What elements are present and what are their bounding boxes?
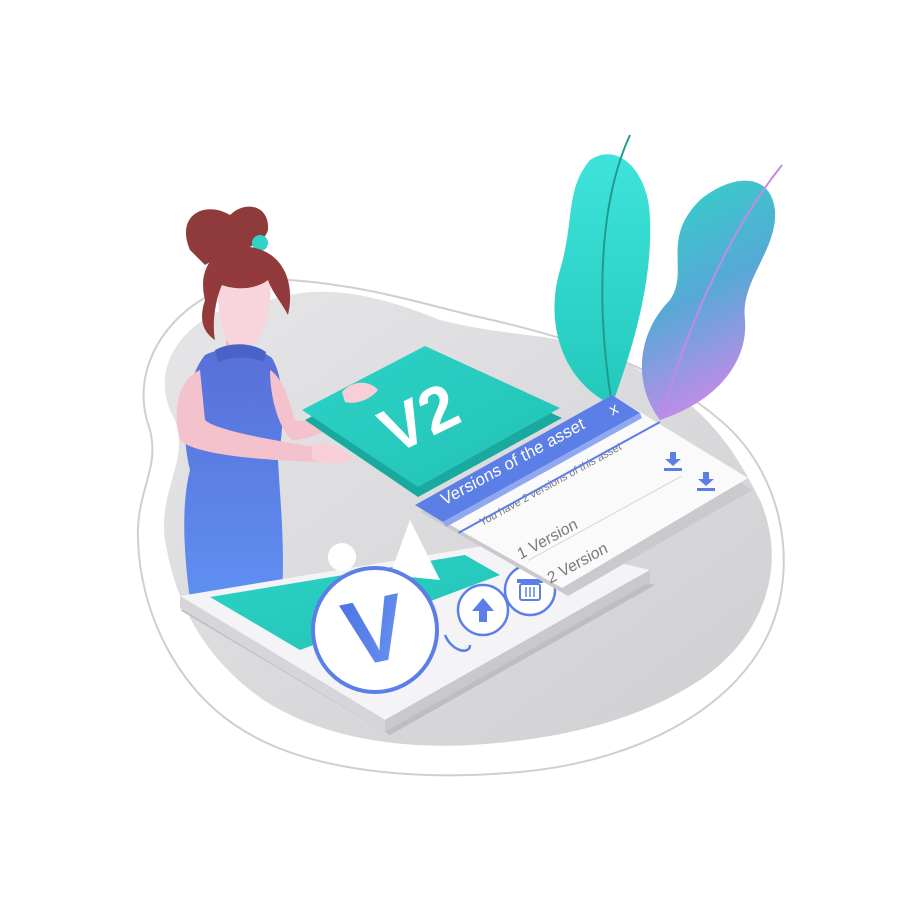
scene-svg: V V2 bbox=[136, 134, 785, 777]
image-dot bbox=[328, 543, 356, 571]
plant-leaves bbox=[554, 134, 783, 421]
download-button-1[interactable] bbox=[662, 452, 684, 472]
trash-icon bbox=[517, 579, 543, 601]
download-icon bbox=[697, 472, 715, 491]
download-icon bbox=[664, 452, 682, 471]
version-badge[interactable]: V bbox=[311, 566, 439, 694]
leaf-right bbox=[641, 180, 776, 420]
illustration-stage: V V2 Versions of the asset x You have 2 … bbox=[0, 0, 900, 900]
upload-button[interactable] bbox=[456, 583, 510, 637]
download-button-2[interactable] bbox=[695, 472, 717, 492]
